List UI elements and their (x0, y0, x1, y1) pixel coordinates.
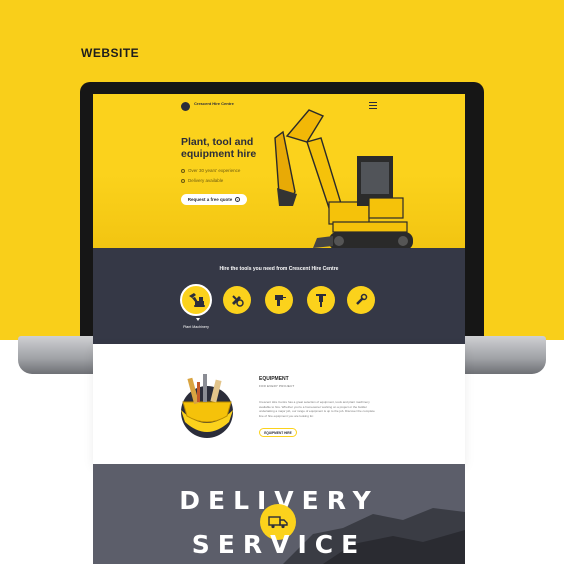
category-plant-machinery[interactable] (180, 284, 212, 316)
equipment-subtitle: FOR EVERY PROJECT (259, 384, 295, 388)
jackhammer-icon (316, 294, 326, 307)
equipment-description: Crescent Hire Centre has a great selecti… (259, 400, 375, 418)
delivery-heading-line2: SERVICE (191, 530, 367, 559)
categories-section: Hire the tools you need from Crescent Hi… (93, 248, 465, 344)
logo-icon[interactable] (181, 102, 190, 111)
category-label: Plant Machinery (183, 325, 209, 329)
page-heading: WEBSITE (81, 46, 140, 60)
check-icon (181, 168, 185, 173)
equipment-title: EQUIPMENT (259, 376, 289, 382)
hero-bullet: Over 30 years' experience (181, 168, 240, 173)
request-quote-button[interactable]: Request a free quote › (181, 194, 247, 205)
delivery-section: DELIVERY SERVICE (93, 464, 465, 564)
hero-bullet: Delivery available (181, 178, 223, 183)
categories-title: Hire the tools you need from Crescent Hi… (219, 266, 339, 272)
equipment-card: EQUIPMENT FOR EVERY PROJECT Crescent Hir… (93, 344, 465, 464)
drill-icon (275, 295, 286, 306)
category-tools[interactable] (223, 286, 251, 314)
laptop-screen: Crescent Hire Centre Plant, tool and equ… (93, 94, 465, 344)
equipment-hire-button[interactable]: EQUIPMENT HIRE (259, 428, 297, 437)
tools-icon (232, 295, 244, 307)
category-accessories[interactable] (347, 286, 375, 314)
category-breakers[interactable] (307, 286, 335, 314)
logo-text[interactable]: Crescent Hire Centre (194, 101, 234, 106)
excavator-image (274, 109, 413, 250)
wrench-icon (356, 293, 368, 305)
arrow-right-icon: › (235, 197, 241, 202)
active-pointer (196, 318, 200, 321)
excavator-icon (189, 293, 205, 307)
truck-small-icon (181, 178, 185, 183)
category-drills[interactable] (265, 286, 293, 314)
tool-bucket-image (181, 374, 233, 438)
hero-section: Crescent Hire Centre Plant, tool and equ… (93, 94, 465, 250)
